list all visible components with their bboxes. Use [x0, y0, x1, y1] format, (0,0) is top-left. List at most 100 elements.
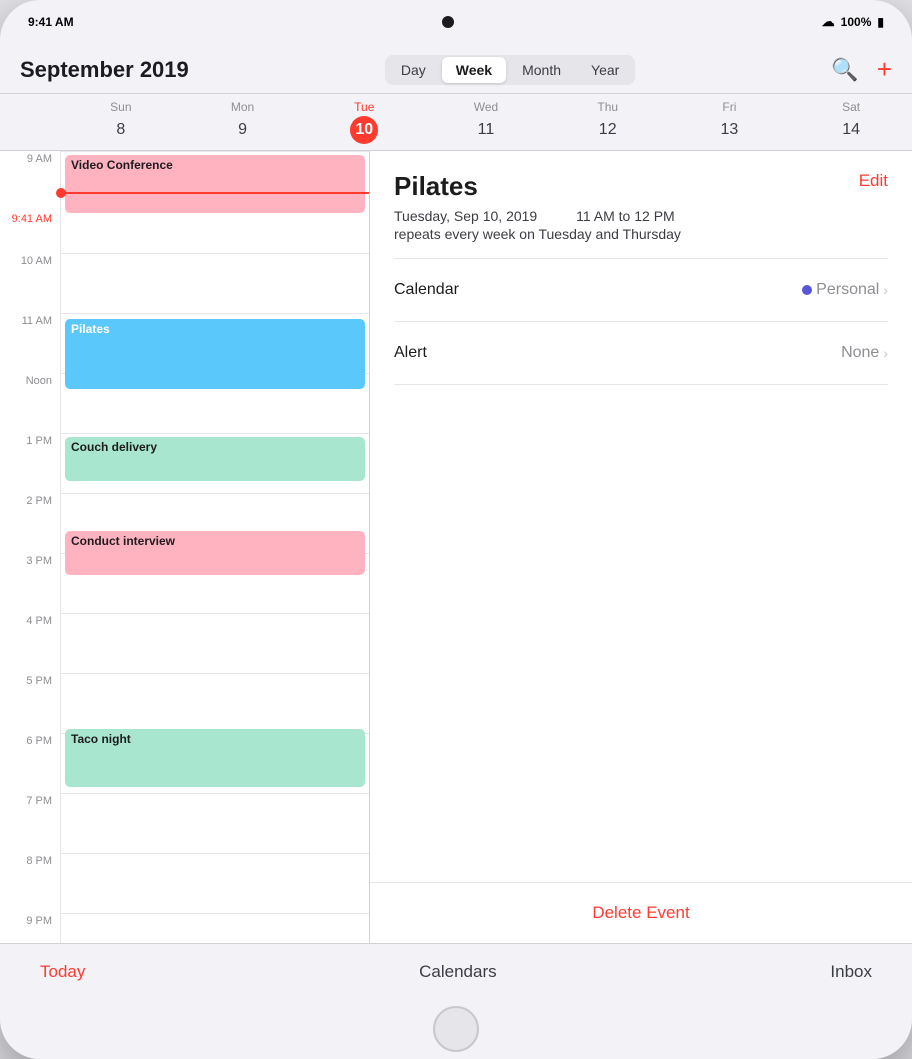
day-sun-num: 8 — [107, 116, 135, 144]
time-7pm: 7 PM — [0, 793, 60, 853]
delete-event-button[interactable]: Delete Event — [592, 903, 689, 922]
detail-row-alert[interactable]: Alert None › — [394, 334, 888, 372]
event-video-conference[interactable]: Video Conference — [65, 155, 365, 213]
header-actions: 🔍 + — [831, 54, 892, 85]
alert-label: Alert — [394, 344, 427, 362]
day-tue-label: Tue — [303, 100, 425, 114]
battery-icon: ▮ — [877, 15, 884, 29]
search-icon[interactable]: 🔍 — [831, 57, 858, 83]
calendar-value-text: Personal — [816, 281, 879, 299]
add-event-icon[interactable]: + — [877, 54, 892, 85]
calendar-scroll[interactable]: 9 AM 9:41 AM 10 AM 11 AM Noon 1 PM 2 PM … — [0, 151, 369, 943]
time-5pm: 5 PM — [0, 673, 60, 733]
event-couch-delivery[interactable]: Couch delivery — [65, 437, 365, 481]
alert-value[interactable]: None › — [841, 344, 888, 362]
detail-row-calendar[interactable]: Calendar Personal › — [394, 271, 888, 309]
day-tue10-today[interactable]: Tue 10 — [303, 94, 425, 150]
event-couch-delivery-title: Couch delivery — [71, 440, 157, 454]
calendar-panel: 9 AM 9:41 AM 10 AM 11 AM Noon 1 PM 2 PM … — [0, 151, 370, 943]
today-button[interactable]: Today — [40, 962, 85, 982]
view-switcher: Day Week Month Year — [385, 55, 635, 85]
view-week-button[interactable]: Week — [442, 57, 506, 83]
events-area: Video Conference Pilates Couch delivery — [60, 151, 369, 943]
event-pilates-title: Pilates — [71, 322, 110, 336]
alert-chevron-icon: › — [883, 345, 888, 361]
day-sun8[interactable]: Sun 8 — [60, 94, 182, 150]
time-noon: Noon — [0, 373, 60, 433]
current-time-indicator — [61, 192, 369, 194]
detail-date: Tuesday, Sep 10, 2019 11 AM to 12 PM — [394, 208, 888, 224]
time-10am: 10 AM — [0, 253, 60, 313]
camera — [442, 16, 454, 28]
time-9am: 9 AM — [0, 151, 60, 211]
event-taco-night-title: Taco night — [71, 732, 131, 746]
event-conduct-interview[interactable]: Conduct interview — [65, 531, 365, 575]
time-11am: 11 AM — [0, 313, 60, 373]
day-wed-label: Wed — [425, 100, 547, 114]
time-941am: 9:41 AM — [0, 211, 60, 253]
event-video-conference-title: Video Conference — [71, 158, 173, 172]
day-navigation: Sun 8 Mon 9 Tue 10 Wed 11 Thu 12 — [0, 94, 912, 151]
day-sat14[interactable]: Sat 14 — [790, 94, 912, 150]
time-9pm: 9 PM — [0, 913, 60, 943]
day-mon-num: 9 — [229, 116, 257, 144]
edit-event-button[interactable]: Edit — [859, 171, 888, 191]
detail-date-text: Tuesday, Sep 10, 2019 — [394, 208, 537, 224]
home-button[interactable] — [433, 1006, 479, 1052]
time-labels: 9 AM 9:41 AM 10 AM 11 AM Noon 1 PM 2 PM … — [0, 151, 60, 943]
alert-value-text: None — [841, 344, 879, 362]
event-taco-night[interactable]: Taco night — [65, 729, 365, 787]
wifi-icon: ☁ — [822, 14, 835, 30]
day-fri-label: Fri — [669, 100, 791, 114]
day-columns-header: Sun 8 Mon 9 Tue 10 Wed 11 Thu 12 — [60, 94, 912, 150]
time-4pm: 4 PM — [0, 613, 60, 673]
day-thu12[interactable]: Thu 12 — [547, 94, 669, 150]
status-bar: 9:41 AM ☁ 100% ▮ — [0, 0, 912, 44]
calendar-value[interactable]: Personal › — [802, 281, 888, 299]
inbox-button[interactable]: Inbox — [830, 962, 872, 982]
day-mon9[interactable]: Mon 9 — [182, 94, 304, 150]
home-area — [0, 999, 912, 1059]
hour-line-9b — [61, 913, 369, 914]
view-year-button[interactable]: Year — [577, 57, 633, 83]
event-pilates[interactable]: Pilates — [65, 319, 365, 389]
view-day-button[interactable]: Day — [387, 57, 440, 83]
calendar-color-dot — [802, 285, 812, 295]
detail-divider-3 — [394, 384, 888, 385]
time-8pm: 8 PM — [0, 853, 60, 913]
main-content: 9 AM 9:41 AM 10 AM 11 AM Noon 1 PM 2 PM … — [0, 151, 912, 943]
detail-time-text: 11 AM to 12 PM — [576, 208, 675, 224]
detail-divider-1 — [394, 258, 888, 259]
device: 9:41 AM ☁ 100% ▮ September 2019 Day Week… — [0, 0, 912, 1059]
day-wed-num: 11 — [472, 116, 500, 144]
hour-line-5 — [61, 673, 369, 674]
event-detail-panel: Pilates Edit Tuesday, Sep 10, 2019 11 AM… — [370, 151, 912, 943]
calendar-label: Calendar — [394, 281, 459, 299]
detail-title: Pilates — [394, 171, 478, 202]
battery-level: 100% — [841, 15, 872, 29]
time-2pm: 2 PM — [0, 493, 60, 553]
day-sat-num: 14 — [837, 116, 865, 144]
hour-line-10 — [61, 253, 369, 254]
time-gutter-header — [0, 94, 60, 150]
day-sun-label: Sun — [60, 100, 182, 114]
hour-line-4 — [61, 613, 369, 614]
calendars-button[interactable]: Calendars — [419, 962, 497, 982]
time-3pm: 3 PM — [0, 553, 60, 613]
hour-line-1 — [61, 433, 369, 434]
detail-divider-2 — [394, 321, 888, 322]
time-6pm: 6 PM — [0, 733, 60, 793]
detail-scroll[interactable]: Pilates Edit Tuesday, Sep 10, 2019 11 AM… — [370, 151, 912, 882]
event-conduct-interview-title: Conduct interview — [71, 534, 175, 548]
calendar-chevron-icon: › — [883, 282, 888, 298]
hour-line-11 — [61, 313, 369, 314]
bottom-toolbar: Today Calendars Inbox — [0, 943, 912, 999]
status-right: ☁ 100% ▮ — [822, 14, 884, 30]
day-wed11[interactable]: Wed 11 — [425, 94, 547, 150]
view-month-button[interactable]: Month — [508, 57, 575, 83]
day-fri13[interactable]: Fri 13 — [669, 94, 791, 150]
time-1pm: 1 PM — [0, 433, 60, 493]
hour-line-2 — [61, 493, 369, 494]
hour-line-8 — [61, 853, 369, 854]
detail-header: Pilates Edit — [394, 171, 888, 202]
